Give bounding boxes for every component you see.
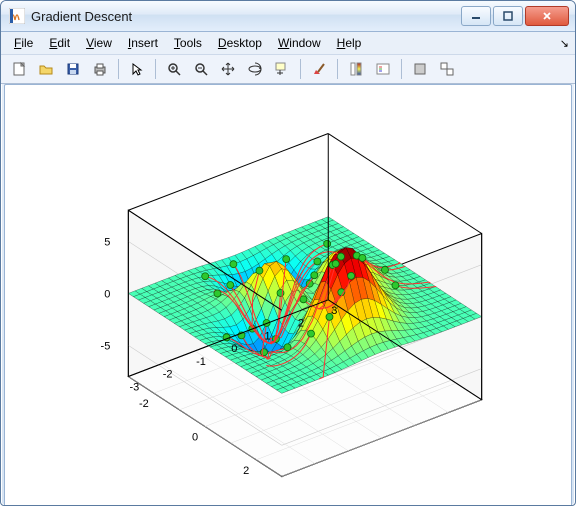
axes-3d[interactable]: -505-3-2-10123-202 [5,85,571,506]
menubar: File Edit View Insert Tools Desktop Wind… [1,32,575,54]
menu-edit[interactable]: Edit [42,34,77,52]
svg-text:3: 3 [331,305,337,317]
insert-legend-button[interactable] [371,57,395,81]
svg-text:0: 0 [192,431,198,443]
toolbar-separator [401,59,402,79]
toolbar [1,54,575,84]
svg-text:-5: -5 [101,340,111,352]
figure-window: Gradient Descent File Edit View Insert T… [0,0,576,506]
titlebar[interactable]: Gradient Descent [1,1,575,32]
svg-text:0: 0 [104,288,110,300]
open-button[interactable] [34,57,58,81]
show-plot-tools-button[interactable] [435,57,459,81]
menu-window[interactable]: Window [271,34,328,52]
toolbar-separator [155,59,156,79]
menu-file[interactable]: File [7,34,40,52]
brush-button[interactable] [307,57,331,81]
maximize-button[interactable] [493,6,523,26]
svg-text:0: 0 [231,343,237,355]
toolbar-separator [337,59,338,79]
svg-text:2: 2 [243,465,249,477]
svg-text:-2: -2 [139,398,149,410]
app-icon [9,8,25,24]
new-figure-button[interactable] [7,57,31,81]
zoom-out-button[interactable] [189,57,213,81]
toolbar-separator [118,59,119,79]
dock-arrow-icon[interactable]: ↘ [560,37,569,50]
svg-text:-2: -2 [163,369,173,381]
menu-desktop[interactable]: Desktop [211,34,269,52]
menu-help[interactable]: Help [330,34,369,52]
menu-view[interactable]: View [79,34,119,52]
toolbar-separator [300,59,301,79]
pointer-button[interactable] [125,57,149,81]
window-title: Gradient Descent [31,9,461,24]
svg-text:5: 5 [104,236,110,248]
window-controls [461,6,569,26]
menu-tools[interactable]: Tools [167,34,209,52]
save-button[interactable] [61,57,85,81]
insert-colorbar-button[interactable] [344,57,368,81]
figure-content: -505-3-2-10123-202 [4,84,572,506]
hide-plot-tools-button[interactable] [408,57,432,81]
svg-text:-1: -1 [196,356,206,368]
menu-insert[interactable]: Insert [121,34,165,52]
svg-text:2: 2 [298,318,304,330]
minimize-button[interactable] [461,6,491,26]
close-button[interactable] [525,6,569,26]
svg-text:1: 1 [265,330,271,342]
rotate3d-button[interactable] [243,57,267,81]
svg-text:-3: -3 [129,382,139,394]
pan-button[interactable] [216,57,240,81]
zoom-in-button[interactable] [162,57,186,81]
print-button[interactable] [88,57,112,81]
data-cursor-button[interactable] [270,57,294,81]
